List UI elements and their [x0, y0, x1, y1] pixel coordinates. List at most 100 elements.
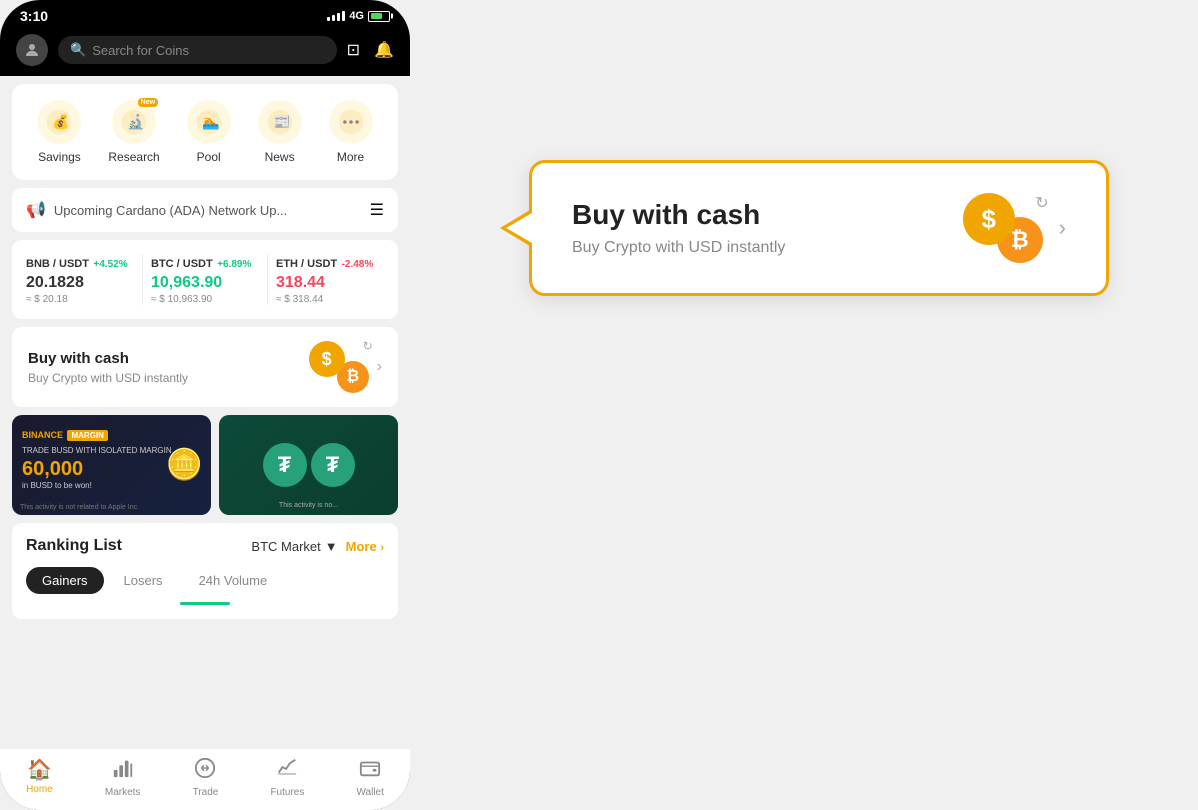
ticker-card: BNB / USDT +4.52% 20.1828 ≈ $ 20.18 BTC …	[12, 240, 398, 319]
callout-text: Buy with cash Buy Crypto with USD instan…	[572, 199, 785, 257]
banner-disclaimer: This activity is not related to Apple In…	[20, 504, 139, 511]
market-selector[interactable]: BTC Market ▼	[251, 539, 337, 554]
callout-box[interactable]: Buy with cash Buy Crypto with USD instan…	[529, 160, 1109, 296]
megaphone-icon: 📢	[26, 200, 46, 220]
tether-coin-icon-2: ₮	[311, 443, 355, 487]
news-icon: 📰	[258, 100, 302, 144]
ticker-bnb[interactable]: BNB / USDT +4.52% 20.1828 ≈ $ 20.18	[26, 254, 134, 305]
scroll-indicator	[180, 602, 230, 605]
nav-home[interactable]: 🏠 Home	[26, 757, 53, 798]
quick-action-pool[interactable]: 🏊 Pool	[187, 100, 231, 164]
quick-action-more[interactable]: More	[329, 100, 373, 164]
callout-right: $ ₿ ↻ ›	[963, 193, 1066, 263]
ranking-header: Ranking List BTC Market ▼ More ›	[26, 537, 384, 555]
svg-text:🔬: 🔬	[127, 112, 144, 130]
refresh-small-icon: ↻	[363, 339, 373, 353]
notification-icon[interactable]: 🔔	[374, 40, 394, 60]
quick-action-research[interactable]: 🔬 New Research	[108, 100, 159, 164]
banner-brand: BINANCE MARGIN	[22, 425, 201, 443]
status-right: 4G	[327, 10, 390, 22]
buy-cash-text: Buy with cash Buy Crypto with USD instan…	[28, 350, 188, 385]
ranking-card: Ranking List BTC Market ▼ More ›	[12, 523, 398, 619]
phone-frame: 3:10 4G	[0, 0, 410, 810]
news-label: News	[265, 150, 295, 164]
home-icon: 🏠	[27, 757, 52, 782]
eth-price: 318.44	[276, 274, 384, 292]
ranking-header-right: BTC Market ▼ More ›	[251, 539, 384, 554]
callout-subtitle: Buy Crypto with USD instantly	[572, 239, 785, 257]
ticker-eth[interactable]: ETH / USDT -2.48% 318.44 ≈ $ 318.44	[276, 254, 384, 305]
research-icon: 🔬 New	[112, 100, 156, 144]
tether-coin-icon: ₮	[263, 443, 307, 487]
tab-24h-volume[interactable]: 24h Volume	[183, 567, 284, 594]
svg-text:💰: 💰	[52, 113, 69, 130]
ticker-divider-1	[142, 254, 143, 305]
ranking-tabs: Gainers Losers 24h Volume	[26, 567, 384, 594]
battery-icon	[368, 11, 390, 22]
banner-binance[interactable]: BINANCE MARGIN TRADE BUSD WITH ISOLATED …	[12, 415, 211, 515]
quick-action-news[interactable]: 📰 News	[258, 100, 302, 164]
main-content: 💰 Savings 🔬 New Rese	[0, 76, 410, 810]
more-chevron-icon: ›	[380, 542, 384, 554]
avatar[interactable]	[16, 34, 48, 66]
buy-cash-title: Buy with cash	[28, 350, 188, 367]
nav-markets[interactable]: Markets	[105, 757, 141, 798]
signal-bars-icon	[327, 11, 345, 21]
quick-action-savings[interactable]: 💰 Savings	[37, 100, 81, 164]
nav-futures[interactable]: Futures	[270, 757, 304, 798]
buy-cash-card[interactable]: Buy with cash Buy Crypto with USD instan…	[12, 327, 398, 407]
quick-actions-card: 💰 Savings 🔬 New Rese	[12, 84, 398, 180]
callout-coins: $ ₿ ↻	[963, 193, 1043, 263]
ticker-btc[interactable]: BTC / USDT +6.89% 10,963.90 ≈ $ 10,963.9…	[151, 254, 259, 305]
tether-coins: ₮ ₮	[219, 443, 398, 487]
tab-losers[interactable]: Losers	[108, 567, 179, 594]
eth-usd: ≈ $ 318.44	[276, 294, 384, 305]
dropdown-arrow-icon: ▼	[325, 539, 338, 554]
wallet-nav-label: Wallet	[356, 787, 383, 798]
busd-coin-icon: 🪙	[166, 448, 203, 483]
header-icons: ⊡ 🔔	[347, 40, 394, 60]
nav-trade[interactable]: Trade	[193, 757, 219, 798]
dollar-coin-icon: $	[309, 341, 345, 377]
trade-icon	[194, 757, 216, 785]
callout-refresh-icon: ↻	[1035, 193, 1048, 213]
banner-tether[interactable]: ₮ ₮ This activity is no...	[219, 415, 398, 515]
buy-cash-right: $ ₿ ↻ ›	[309, 341, 382, 393]
more-link[interactable]: More ›	[346, 539, 384, 554]
header: 🔍 Search for Coins ⊡ 🔔	[0, 28, 410, 76]
pool-label: Pool	[197, 150, 221, 164]
announcement-text: 📢 Upcoming Cardano (ADA) Network Up...	[26, 200, 287, 220]
btc-price: 10,963.90	[151, 274, 259, 292]
tab-gainers[interactable]: Gainers	[26, 567, 104, 594]
search-icon: 🔍	[70, 42, 86, 58]
banners-row: BINANCE MARGIN TRADE BUSD WITH ISOLATED …	[12, 415, 398, 515]
quick-actions: 💰 Savings 🔬 New Rese	[24, 100, 386, 164]
savings-label: Savings	[38, 150, 81, 164]
announcement-bar[interactable]: 📢 Upcoming Cardano (ADA) Network Up... ☰	[12, 188, 398, 232]
callout-area: Buy with cash Buy Crypto with USD instan…	[410, 0, 1198, 296]
ticker-row: BNB / USDT +4.52% 20.1828 ≈ $ 20.18 BTC …	[26, 254, 384, 305]
search-bar[interactable]: 🔍 Search for Coins	[58, 36, 337, 64]
svg-text:🏊: 🏊	[202, 113, 219, 130]
margin-tag: MARGIN	[67, 430, 107, 441]
buy-cash-subtitle: Buy Crypto with USD instantly	[28, 371, 188, 385]
new-badge: New	[138, 98, 158, 107]
bnb-usd: ≈ $ 20.18	[26, 294, 134, 305]
chevron-right-icon: ›	[377, 358, 382, 376]
pool-icon: 🏊	[187, 100, 231, 144]
tether-disclaimer: This activity is no...	[279, 502, 338, 509]
search-placeholder: Search for Coins	[92, 43, 189, 58]
callout-title: Buy with cash	[572, 199, 785, 231]
bnb-price: 20.1828	[26, 274, 134, 292]
status-bar: 3:10 4G	[0, 0, 410, 28]
list-icon: ☰	[370, 200, 384, 220]
scan-icon[interactable]: ⊡	[347, 40, 360, 60]
research-label: Research	[108, 150, 159, 164]
announcement-content: Upcoming Cardano (ADA) Network Up...	[54, 203, 287, 218]
markets-icon	[112, 757, 134, 785]
buy-cash-coins: $ ₿ ↻	[309, 341, 369, 393]
nav-wallet[interactable]: Wallet	[356, 757, 383, 798]
bottom-nav: 🏠 Home Markets	[0, 748, 410, 810]
more-label: More	[337, 150, 364, 164]
markets-nav-label: Markets	[105, 787, 141, 798]
